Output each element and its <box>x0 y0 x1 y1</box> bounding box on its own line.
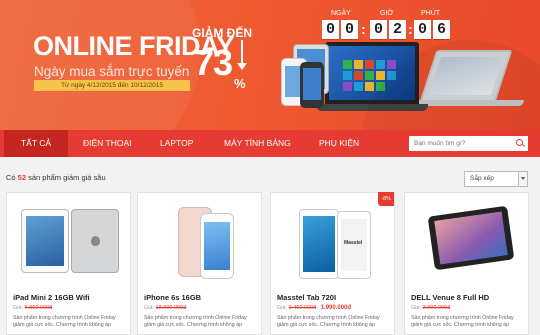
ipad-back-image <box>71 209 119 273</box>
product-image <box>148 203 252 279</box>
sort-select[interactable]: Sắp xếp <box>464 171 528 187</box>
product-name[interactable]: Masstel Tab 720I <box>277 293 336 302</box>
discount-label: GIẢM ĐẾN <box>192 26 252 40</box>
search-input[interactable] <box>409 136 528 151</box>
dark-phone-image <box>300 62 324 108</box>
discount-unit: % <box>234 76 246 91</box>
countdown-minute-label: PHÚT <box>421 10 441 17</box>
product-desc: Sản phẩm trong chương trình Online Frida… <box>13 315 116 328</box>
product-price: Giá: 18.990.000đ <box>144 305 186 311</box>
search-icon[interactable] <box>516 139 523 146</box>
product-price: Giá: 6.990.000đ <box>13 305 52 311</box>
price-prefix: Giá: <box>411 305 422 311</box>
price-prefix: Giá: <box>144 305 155 311</box>
countdown-minute-digit: 6 <box>433 20 450 39</box>
tab-accessories[interactable]: PHỤ KIỆN <box>319 130 359 157</box>
result-suffix: sản phẩm giảm giá sâu <box>26 173 106 182</box>
product-name[interactable]: DELL Venue 8 Full HD <box>411 293 489 302</box>
promo-date-range: Từ ngày 4/12/2015 đến 10/12/2015 <box>34 80 190 91</box>
price-old: 2.490.000đ <box>288 305 317 311</box>
countdown-hour-label: GIỜ <box>380 10 394 17</box>
product-price: Giá: 3.990.000đ <box>411 305 450 311</box>
price-old: 6.990.000đ <box>24 305 53 311</box>
apple-icon <box>91 236 100 246</box>
product-name[interactable]: iPad Mini 2 16GB Wifi <box>13 293 90 302</box>
promo-subtitle: Ngày mua sắm trực tuyến <box>34 64 190 79</box>
price-old: 18.990.000đ <box>155 305 187 311</box>
product-image <box>415 203 519 279</box>
result-count: Có 52 sản phẩm giảm giá sâu <box>6 173 106 182</box>
product-card[interactable]: iPad Mini 2 16GB Wifi Giá: 6.990.000đ Sả… <box>6 192 131 335</box>
windows-laptop-base-image <box>316 104 428 111</box>
category-nav: TẤT CẢ ĐIỆN THOẠI LAPTOP MÁY TÍNH BẢNG P… <box>0 130 540 157</box>
tab-phones[interactable]: ĐIỆN THOẠI <box>83 130 132 157</box>
dell-tablet-image <box>427 205 515 271</box>
result-number: 52 <box>17 173 27 182</box>
windows-laptop-image <box>325 42 419 104</box>
product-desc: Sản phẩm trong chương trình Online Frida… <box>277 315 380 328</box>
product-image: Masstel <box>281 203 385 279</box>
product-image <box>17 203 121 279</box>
tab-laptop[interactable]: LAPTOP <box>160 130 193 157</box>
product-desc: Sản phẩm trong chương trình Online Frida… <box>144 315 247 328</box>
phone-front-image <box>299 209 339 279</box>
arrow-down-icon <box>237 40 247 70</box>
product-card[interactable]: Masstel Masstel Tab 720I Giá: 2.490.000đ… <box>270 192 395 335</box>
countdown-separator: : <box>408 21 413 37</box>
iphone-front-image <box>200 213 234 279</box>
product-card[interactable]: DELL Venue 8 Full HD Giá: 3.990.000đ Sản… <box>404 192 529 335</box>
countdown-minute-digit: 0 <box>414 20 431 39</box>
price-prefix: Giá: <box>13 305 24 311</box>
discount-value: 73 <box>194 42 233 83</box>
product-name[interactable]: iPhone 6s 16GB <box>144 293 201 302</box>
discount-badge: -8% <box>378 192 394 206</box>
countdown-day-digit: 0 <box>341 20 358 39</box>
macbook-base-image <box>418 100 524 106</box>
product-card[interactable]: iPhone 6s 16GB Giá: 18.990.000đ Sản phẩm… <box>137 192 262 335</box>
countdown-day-digit: 0 <box>322 20 339 39</box>
price-prefix: Giá: <box>277 305 288 311</box>
countdown-hour-digit: 2 <box>389 20 406 39</box>
countdown-hour-digit: 0 <box>370 20 387 39</box>
chevron-down-icon <box>518 172 527 186</box>
macbook-image <box>419 50 513 102</box>
sort-label: Sắp xếp <box>470 175 494 182</box>
tablet-front-image: Masstel <box>337 211 371 279</box>
tab-all[interactable]: TẤT CẢ <box>4 130 68 157</box>
countdown-separator: : <box>361 21 366 37</box>
result-prefix: Có <box>6 173 18 182</box>
price-old: 3.990.000đ <box>422 305 451 311</box>
ipad-front-image <box>21 209 69 273</box>
tab-tablets[interactable]: MÁY TÍNH BẢNG <box>224 130 291 157</box>
price-new: 1.990.000đ <box>320 305 352 311</box>
product-desc: Sản phẩm trong chương trình Online Frida… <box>411 315 514 328</box>
promo-banner[interactable]: ONLINE FRIDAY Ngày mua sắm trực tuyến Từ… <box>0 0 540 130</box>
countdown-day-label: NGÀY <box>331 10 351 17</box>
product-price: Giá: 2.490.000đ 1.990.000đ <box>277 305 351 311</box>
